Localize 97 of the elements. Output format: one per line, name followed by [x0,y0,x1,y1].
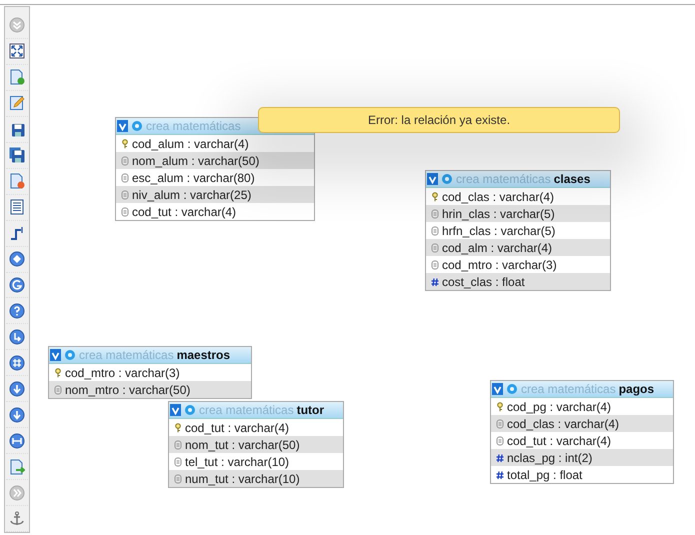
database-name: crea matemáticas [456,172,551,186]
column-label: cod_clas : varchar(4) [442,190,554,204]
angle-icon[interactable] [9,328,25,345]
column-label: cost_clas : float [442,274,525,288]
key-icon [54,368,62,378]
column-row[interactable]: nom_tut : varchar(50) [169,436,343,453]
column-label: cod_alum : varchar(4) [132,136,249,150]
column-row[interactable]: cod_clas : varchar(4) [491,415,673,432]
column-label: cod_alm : varchar(4) [442,240,552,254]
table-name: maestros [176,348,230,362]
column-row[interactable]: esc_alum : varchar(80) [116,169,314,186]
download-icon[interactable] [9,380,25,397]
column-label: tel_tut : varchar(10) [185,454,290,468]
database-name: crea matemáticas [199,403,294,417]
table-name: tutor [296,403,324,417]
column-row[interactable]: tel_tut : varchar(10) [169,453,343,470]
column-label: cod_clas : varchar(4) [507,416,620,430]
key-icon [496,402,504,412]
column-label: hrin_clas : varchar(5) [442,206,555,220]
column-label: cod_mtro : varchar(3) [442,258,557,272]
database-name: crea matemáticas [79,348,174,362]
column-label: cod_mtro : varchar(3) [65,366,180,380]
column-label: cod_tut : varchar(4) [132,204,236,218]
grid-icon[interactable] [9,354,25,371]
column-row[interactable]: num_tut : varchar(10) [169,470,343,487]
toggle-icon[interactable] [492,383,503,395]
save-all-icon[interactable] [9,147,25,164]
column-row[interactable]: cod_clas : varchar(4) [426,188,610,205]
export-page-icon[interactable] [9,458,25,475]
column-row[interactable]: cod_mtro : varchar(3) [49,364,251,381]
error-message: Error: la relación ya existe. [258,107,620,133]
field-icon [121,206,129,216]
table-name: clases [554,172,590,186]
toggle-icon[interactable] [170,404,181,416]
refresh-icon[interactable] [9,277,25,293]
help-icon[interactable] [9,302,25,319]
database-name: crea matemáticas [146,119,241,133]
edit-icon[interactable] [9,95,25,112]
anchor-icon[interactable] [9,510,25,527]
column-label: cod_tut : varchar(4) [507,434,612,448]
column-row[interactable]: hrfn_clas : varchar(5) [426,222,610,239]
field-icon [174,440,182,450]
field-icon [431,208,439,218]
column-label: hrfn_clas : varchar(5) [442,224,556,238]
field-icon [121,190,129,200]
database-name: crea matemáticas [521,382,616,396]
relation-line-icon[interactable] [9,225,25,242]
column-row[interactable]: cod_tut : varchar(4) [116,203,314,220]
column-label: nclas_pg : int(2) [507,450,592,464]
field-icon [496,436,504,446]
hash-icon [496,452,504,462]
column-label: num_tut : varchar(10) [185,472,300,486]
field-icon [496,418,504,428]
column-row[interactable]: nom_mtro : varchar(50) [49,381,251,398]
field-icon [174,474,182,484]
column-row[interactable]: total_pg : float [491,466,673,483]
column-row[interactable]: hrin_clas : varchar(5) [426,205,610,222]
column-row[interactable]: nclas_pg : int(2) [491,449,673,466]
column-row[interactable]: cod_mtro : varchar(3) [426,256,610,273]
field-icon [121,172,129,182]
key-icon [174,422,182,432]
column-label: nom_alum : varchar(50) [132,154,260,168]
column-label: niv_alum : varchar(25) [132,188,252,202]
column-row[interactable]: cost_clas : float [426,273,610,290]
expand-icon[interactable] [9,43,25,60]
table-name: pagos [618,382,654,396]
list-icon[interactable] [9,199,25,216]
column-row[interactable]: cod_tut : varchar(4) [491,432,673,449]
column-row[interactable]: cod_alum : varchar(4) [116,135,314,152]
field-icon [174,456,182,466]
key-icon [431,192,439,202]
field-icon [431,226,439,236]
field-icon [54,384,62,394]
column-row[interactable]: niv_alum : varchar(25) [116,186,314,203]
field-icon [121,156,129,166]
field-icon [431,242,439,252]
hash-icon [496,470,504,480]
save-icon[interactable] [9,121,25,138]
column-row[interactable]: cod_pg : varchar(4) [491,398,673,415]
column-label: cod_pg : varchar(4) [507,400,612,414]
column-label: nom_tut : varchar(50) [185,438,300,452]
column-row[interactable]: cod_tut : varchar(4) [169,419,343,436]
column-row[interactable]: cod_alm : varchar(4) [426,239,610,256]
toggle-icon[interactable] [427,173,438,185]
new-page-icon[interactable] [9,69,25,86]
toggle-icon[interactable] [117,120,128,132]
key-icon [121,138,129,148]
import-icon[interactable] [9,406,25,423]
column-label: total_pg : float [507,468,582,482]
column-label: cod_tut : varchar(4) [185,420,290,434]
hash-icon [431,276,439,286]
field-icon [431,260,439,270]
column-label: nom_mtro : varchar(50) [65,382,190,396]
delete-page-icon[interactable] [9,173,25,190]
toggle-icon[interactable] [50,349,61,361]
column-row[interactable]: nom_alum : varchar(50) [116,152,314,169]
column-label: esc_alum : varchar(80) [132,170,255,184]
